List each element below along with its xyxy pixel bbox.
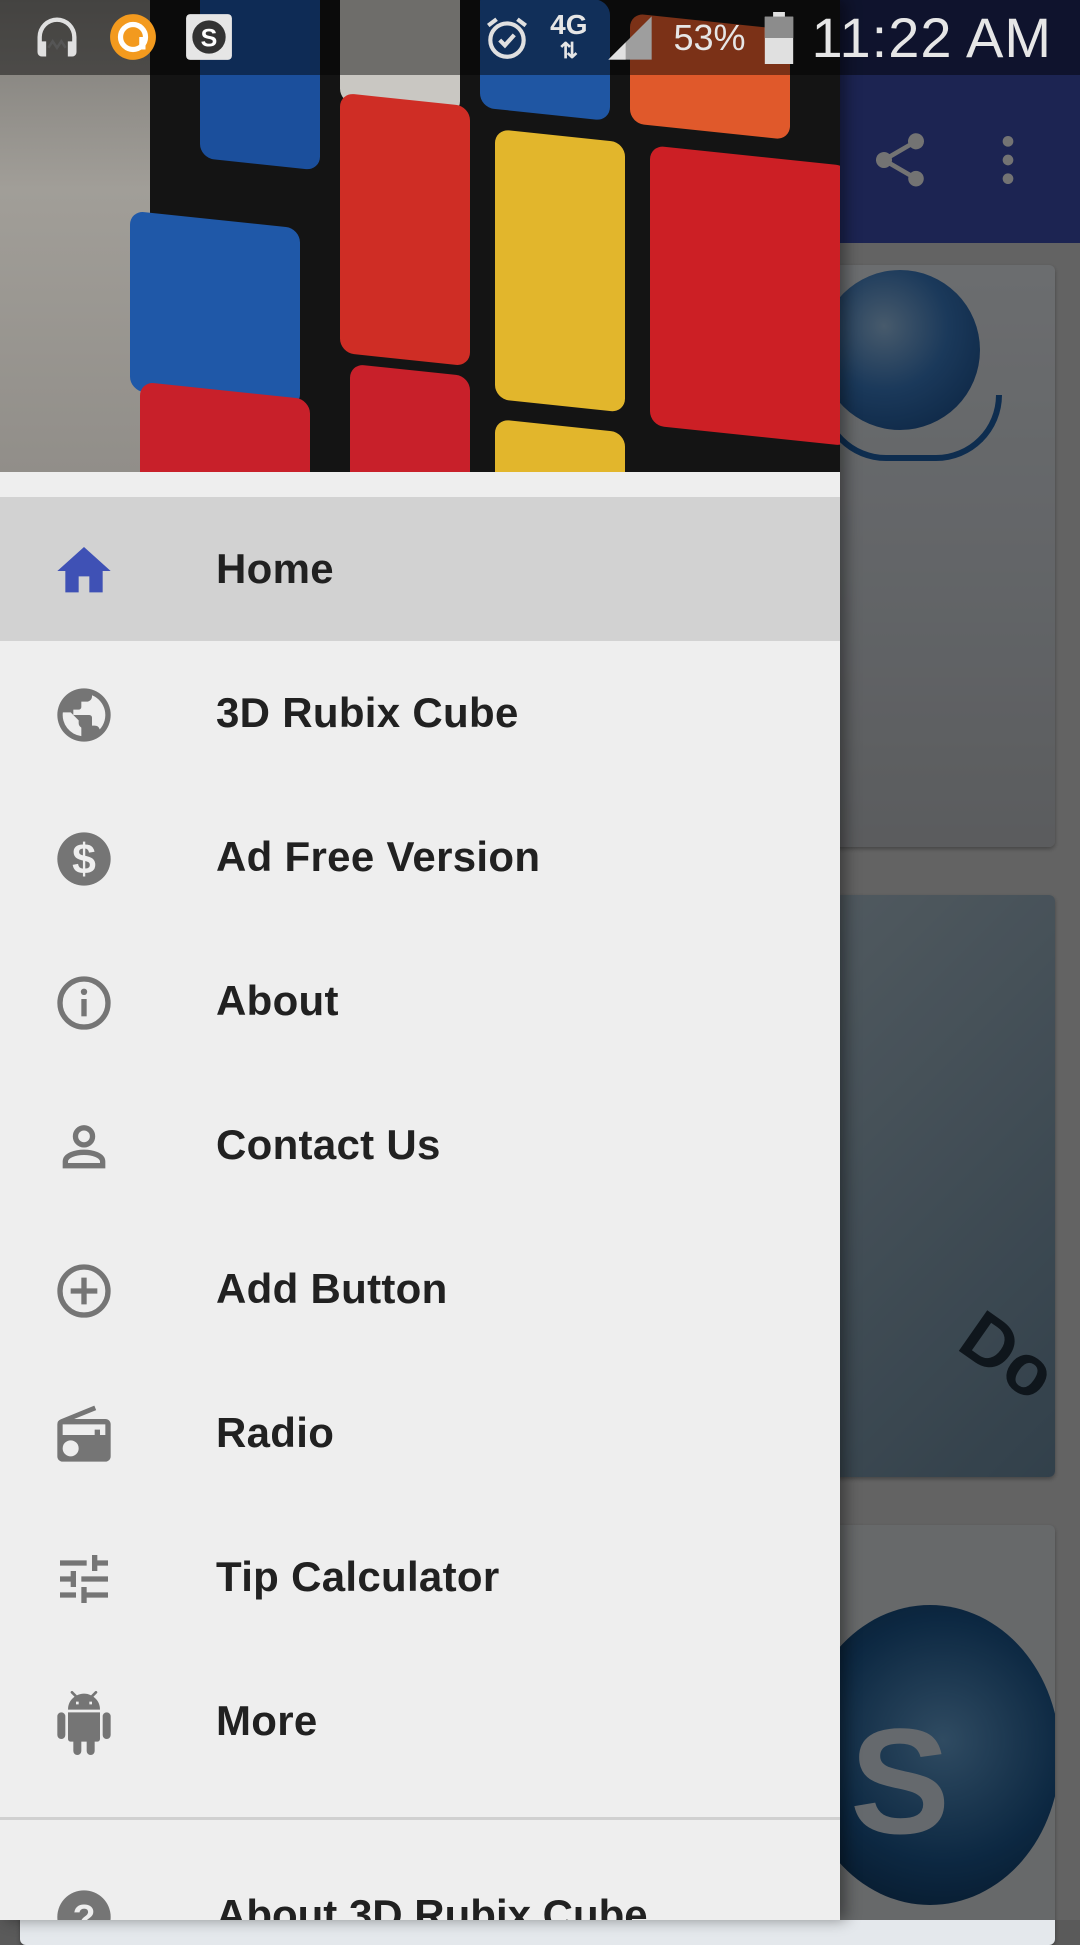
drawer-item-tip-calculator[interactable]: Tip Calculator	[0, 1505, 840, 1649]
drawer-item-label: About 3D Rubix Cube	[216, 1891, 648, 1920]
home-icon	[57, 547, 111, 593]
signal-icon	[603, 11, 657, 65]
network-type: 4G ⇅	[550, 8, 588, 63]
alarm-icon	[480, 11, 534, 65]
svg-text:S: S	[201, 24, 218, 52]
headphones-icon	[30, 10, 84, 64]
svg-text:$: $	[72, 836, 96, 884]
drawer-item-label: Tip Calculator	[216, 1553, 500, 1600]
drawer-item-3d-rubix-cube[interactable]: 3D Rubix Cube	[0, 641, 840, 785]
drawer-item-ad-free-version[interactable]: $ Ad Free Version	[0, 785, 840, 929]
drawer-item-label: Home	[216, 545, 334, 592]
drawer-item-label: Ad Free Version	[216, 833, 541, 880]
app-s-icon: S	[182, 10, 236, 64]
person-icon	[62, 1125, 106, 1169]
navigation-drawer: Home 3D Rubix Cube $ Ad Free Version Abo…	[0, 0, 840, 1920]
drawer-item-home[interactable]: Home	[0, 497, 840, 641]
android-icon	[57, 1691, 111, 1755]
drawer-item-label: Add Button	[216, 1265, 448, 1312]
drawer-item-more[interactable]: More	[0, 1649, 840, 1793]
audible-icon	[106, 10, 160, 64]
svg-text:?: ?	[73, 1896, 96, 1920]
drawer-item-label: 3D Rubix Cube	[216, 689, 519, 736]
radio-icon	[57, 1405, 111, 1462]
drawer-item-label: About	[216, 977, 339, 1024]
drawer-item-label: More	[216, 1697, 318, 1744]
drawer-item-add-button[interactable]: Add Button	[0, 1217, 840, 1361]
globe-icon	[57, 688, 111, 742]
status-bar: S 4G ⇅ 53% 11:22 AM	[0, 0, 1080, 75]
clock: 11:22 AM	[811, 6, 1052, 69]
drawer-item-radio[interactable]: Radio	[0, 1361, 840, 1505]
add-circle-icon	[57, 1264, 111, 1318]
help-icon: ?	[57, 1890, 111, 1920]
dollar-icon: $	[57, 832, 111, 886]
drawer-item-about-app[interactable]: ? About 3D Rubix Cube	[0, 1855, 840, 1920]
tune-icon	[60, 1555, 108, 1603]
drawer-divider	[0, 1817, 840, 1820]
drawer-item-label: Contact Us	[216, 1121, 441, 1168]
drawer-item-about[interactable]: About	[0, 929, 840, 1073]
battery-icon	[762, 11, 796, 65]
drawer-item-label: Radio	[216, 1409, 335, 1456]
drawer-menu: Home 3D Rubix Cube $ Ad Free Version Abo…	[0, 497, 840, 1793]
battery-percent: 53%	[673, 16, 746, 58]
drawer-item-contact-us[interactable]: Contact Us	[0, 1073, 840, 1217]
info-icon	[57, 976, 111, 1030]
